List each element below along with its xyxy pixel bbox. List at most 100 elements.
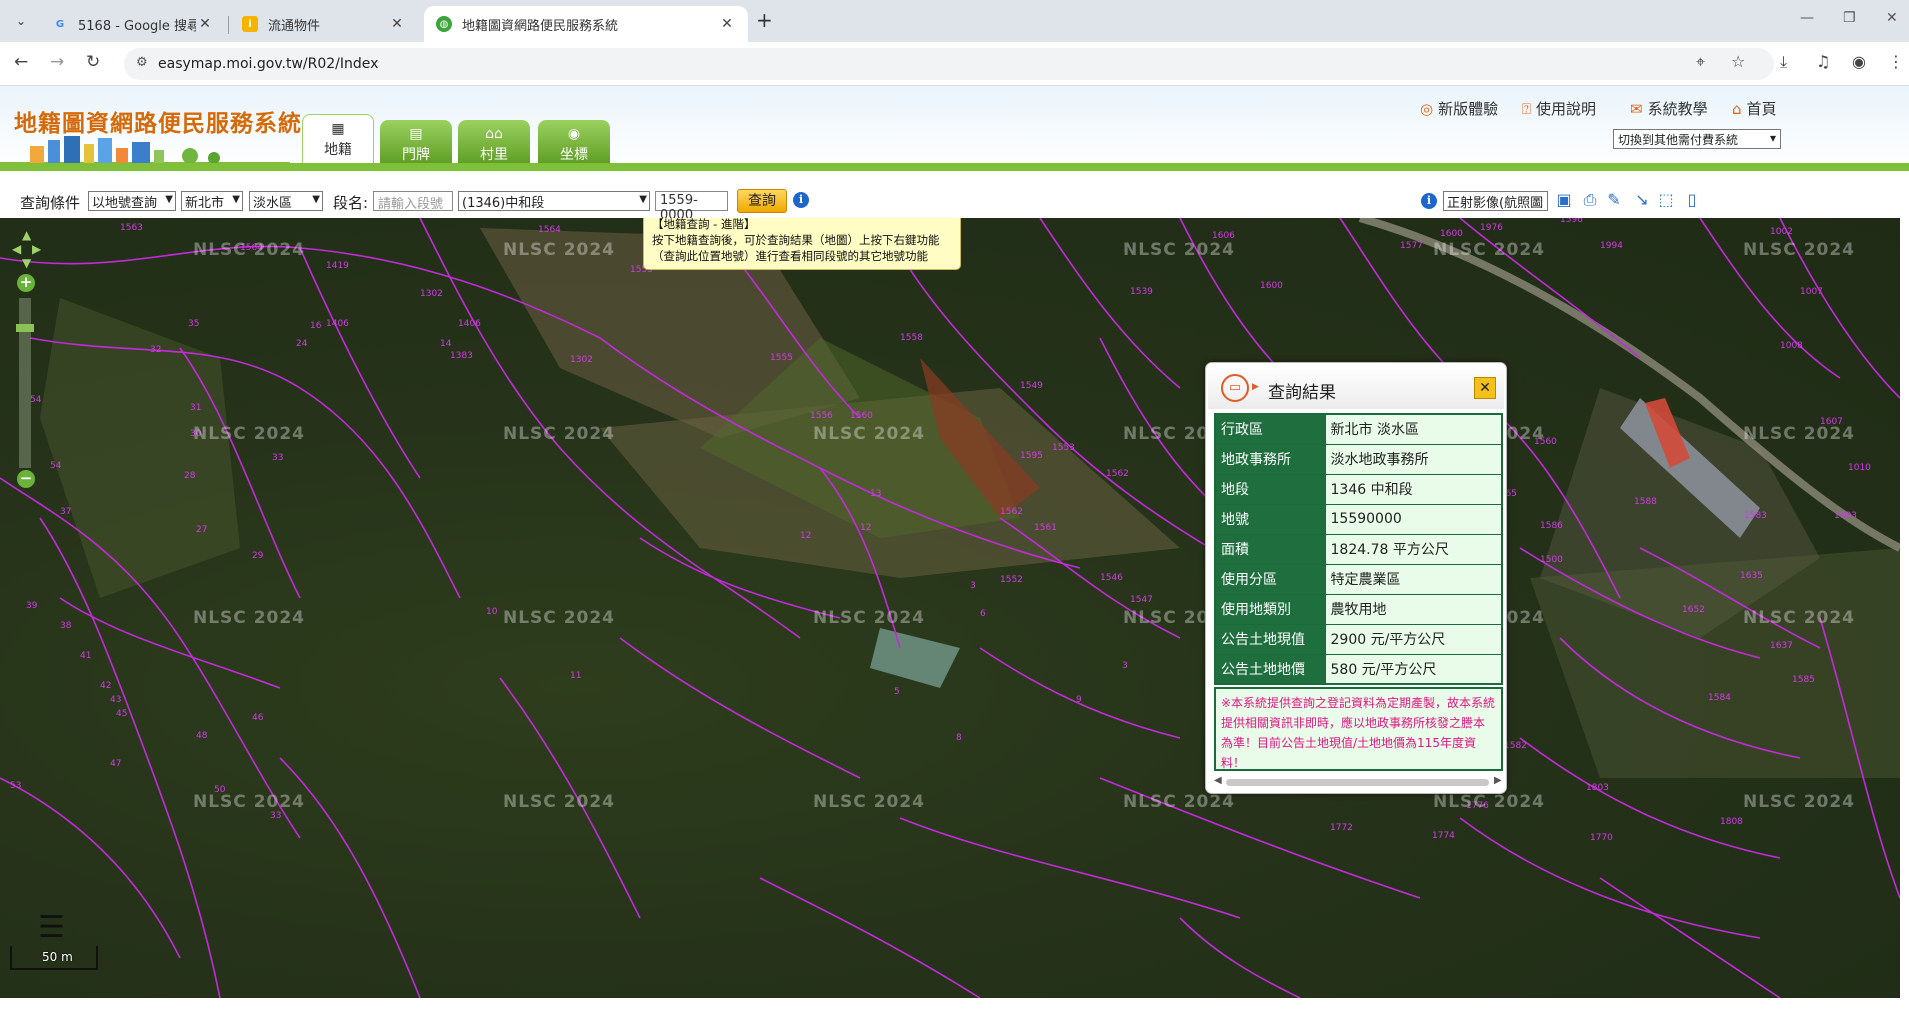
svg-text:1582: 1582 [1504, 741, 1527, 751]
link-home[interactable]: ⌂ 首頁 [1732, 98, 1777, 119]
popup-close-icon[interactable]: ✕ [1474, 377, 1496, 399]
zoom-in-icon[interactable]: + [17, 274, 35, 292]
download-icon[interactable]: ⤓ [1780, 52, 1787, 72]
google-icon: G [55, 18, 65, 30]
table-row: 使用地類別 農牧用地 [1214, 593, 1503, 625]
svg-text:16: 16 [310, 321, 322, 331]
city-select[interactable]: 新北市 ▼ [181, 191, 243, 211]
legend-list-icon[interactable]: ☰ [38, 913, 74, 944]
pan-up-icon[interactable]: ▲ [22, 228, 31, 242]
land-number-input[interactable]: 1559-0000 [655, 191, 728, 223]
tab-coordinate[interactable]: ◉ 坐標 [538, 120, 610, 164]
layer-toggle-icon[interactable]: ▣ [1554, 190, 1574, 210]
svg-text:1994: 1994 [1600, 241, 1623, 251]
svg-text:1600: 1600 [1440, 229, 1463, 239]
svg-text:1406: 1406 [458, 319, 481, 329]
svg-text:37: 37 [60, 507, 71, 517]
link-help[interactable]: ⍰ 使用說明 [1522, 98, 1596, 119]
tab-doorplate[interactable]: ▤ 門牌 [380, 120, 452, 164]
svg-text:1007: 1007 [1800, 287, 1823, 297]
link-tutorial[interactable]: ✉ 系統教學 [1630, 98, 1708, 119]
site-info-icon[interactable]: ⚙ [136, 55, 148, 70]
svg-text:38: 38 [60, 621, 72, 631]
map-canvas[interactable]: 1563 1564 1419 35 1406 1406 1302 1564 1553 138… [0, 218, 1900, 998]
tab-search-icon[interactable]: ⌄ [8, 8, 34, 34]
close-tab-icon[interactable]: ✕ [718, 16, 736, 32]
layer-info-icon[interactable]: i [1421, 193, 1437, 209]
map-pan-control[interactable]: ▲ ◀ ▶ ▼ [12, 228, 42, 274]
print-pdf-icon[interactable]: ⎙ [1580, 190, 1600, 210]
tab-label: 地籍 [324, 142, 352, 158]
map-watermark: NLSC 2024 [1743, 608, 1856, 628]
browser-tab-easymap[interactable]: ◍ 地籍圖資網路便民服務系統 ✕ [424, 6, 748, 42]
scroll-left-icon[interactable]: ◀ [1214, 775, 1222, 786]
measure-area-icon[interactable]: ⬚ [1656, 190, 1676, 210]
svg-text:1008: 1008 [1780, 341, 1803, 351]
zoom-slider-handle[interactable] [16, 324, 34, 332]
base-layer-select[interactable]: 正射影像(航照圖 [1443, 191, 1548, 211]
restore-icon[interactable]: ❐ [1843, 10, 1856, 26]
map-watermark: NLSC 2024 [813, 792, 926, 812]
reload-icon[interactable]: ↻ [86, 52, 100, 72]
close-tab-icon[interactable]: ✕ [388, 16, 406, 32]
site-logo-title[interactable]: 地籍圖資網路便民服務系統 [14, 104, 302, 138]
tab-title: 流通物件 [268, 18, 321, 34]
svg-text:1302: 1302 [570, 355, 593, 365]
menu-icon[interactable]: ⋮ [1888, 52, 1904, 71]
browser-tab-google[interactable]: G 5168 - Google 搜尋 ✕ [40, 6, 226, 42]
forward-icon[interactable]: → [50, 52, 64, 72]
measure-line-icon[interactable]: ↘ [1632, 190, 1652, 210]
svg-text:13: 13 [870, 489, 881, 499]
edit-icon[interactable]: ✎ [1604, 190, 1624, 210]
map-watermark: NLSC 2024 [503, 792, 616, 812]
svg-text:10: 10 [486, 607, 498, 617]
tutorial-icon: ✉ [1630, 99, 1643, 118]
media-icon[interactable]: ♫ [1816, 52, 1830, 71]
pan-down-icon[interactable]: ▼ [22, 256, 31, 270]
svg-text:39: 39 [26, 601, 38, 611]
tooltip-line: （查詢此位置地號）進行查看相同段號的其它地號功能 [652, 249, 928, 263]
new-tab-icon[interactable]: + [756, 8, 773, 32]
tab-village[interactable]: ⌂⌂ 村里 [458, 120, 530, 164]
section-select[interactable]: (1346)中和段 ▼ [458, 191, 650, 211]
svg-text:1547: 1547 [1130, 595, 1153, 605]
location-icon[interactable]: ⌖ [1696, 52, 1705, 72]
query-mode-select[interactable]: 以地號查詢 ▼ [88, 191, 176, 211]
pan-right-icon[interactable]: ▶ [32, 242, 41, 256]
svg-text:1002: 1002 [1770, 227, 1793, 237]
back-icon[interactable]: ← [14, 52, 28, 72]
svg-text:54: 54 [50, 461, 62, 471]
query-info-icon[interactable]: i [793, 192, 809, 208]
map-watermark: NLSC 2024 [813, 608, 926, 628]
map-watermark: NLSC 2024 [193, 792, 306, 812]
scroll-right-icon[interactable]: ▶ [1494, 775, 1502, 786]
coordinate-icon: ◉ [567, 126, 581, 142]
search-button[interactable]: 查詢 [737, 189, 787, 213]
link-new-version[interactable]: ◎ 新版體驗 [1420, 98, 1498, 119]
tab-cadastral[interactable]: ▦ 地籍 [302, 114, 374, 166]
svg-text:32: 32 [150, 345, 161, 355]
popup-horizontal-scrollbar[interactable]: ◀ ▶ [1214, 775, 1503, 787]
document-icon[interactable]: ▯ [1682, 190, 1702, 210]
svg-text:46: 46 [252, 713, 264, 723]
switch-system-select[interactable]: 切換到其他需付費系統 [1613, 129, 1781, 149]
help-icon: ⍰ [1522, 99, 1532, 118]
bookmark-star-icon[interactable]: ☆ [1731, 52, 1745, 71]
profile-icon[interactable]: ◉ [1852, 52, 1866, 71]
svg-text:47: 47 [110, 759, 121, 769]
svg-text:1553: 1553 [1052, 443, 1075, 453]
close-tab-icon[interactable]: ✕ [196, 16, 214, 32]
section-number-input[interactable]: 請輸入段號 [373, 191, 453, 212]
browser-tab-listing[interactable]: i 流通物件 ✕ [230, 6, 418, 42]
url-input[interactable]: ⚙ easymap.moi.gov.tw/R02/Index [124, 48, 1774, 80]
query-result-popup: ▭ ▶ 查詢結果 ✕ 行政區 新北市 淡水區 地政事務所 淡水地政事務所 地段 134… [1205, 362, 1507, 794]
minimize-icon[interactable]: — [1800, 10, 1814, 26]
district-select[interactable]: 淡水區 ▼ [249, 191, 323, 211]
svg-text:48: 48 [196, 731, 208, 741]
window-close-icon[interactable]: ✕ [1886, 10, 1898, 26]
svg-text:1556: 1556 [810, 411, 833, 421]
svg-text:24: 24 [296, 339, 308, 349]
svg-text:14: 14 [440, 339, 452, 349]
pan-left-icon[interactable]: ◀ [12, 242, 21, 256]
zoom-out-icon[interactable]: − [17, 470, 35, 488]
